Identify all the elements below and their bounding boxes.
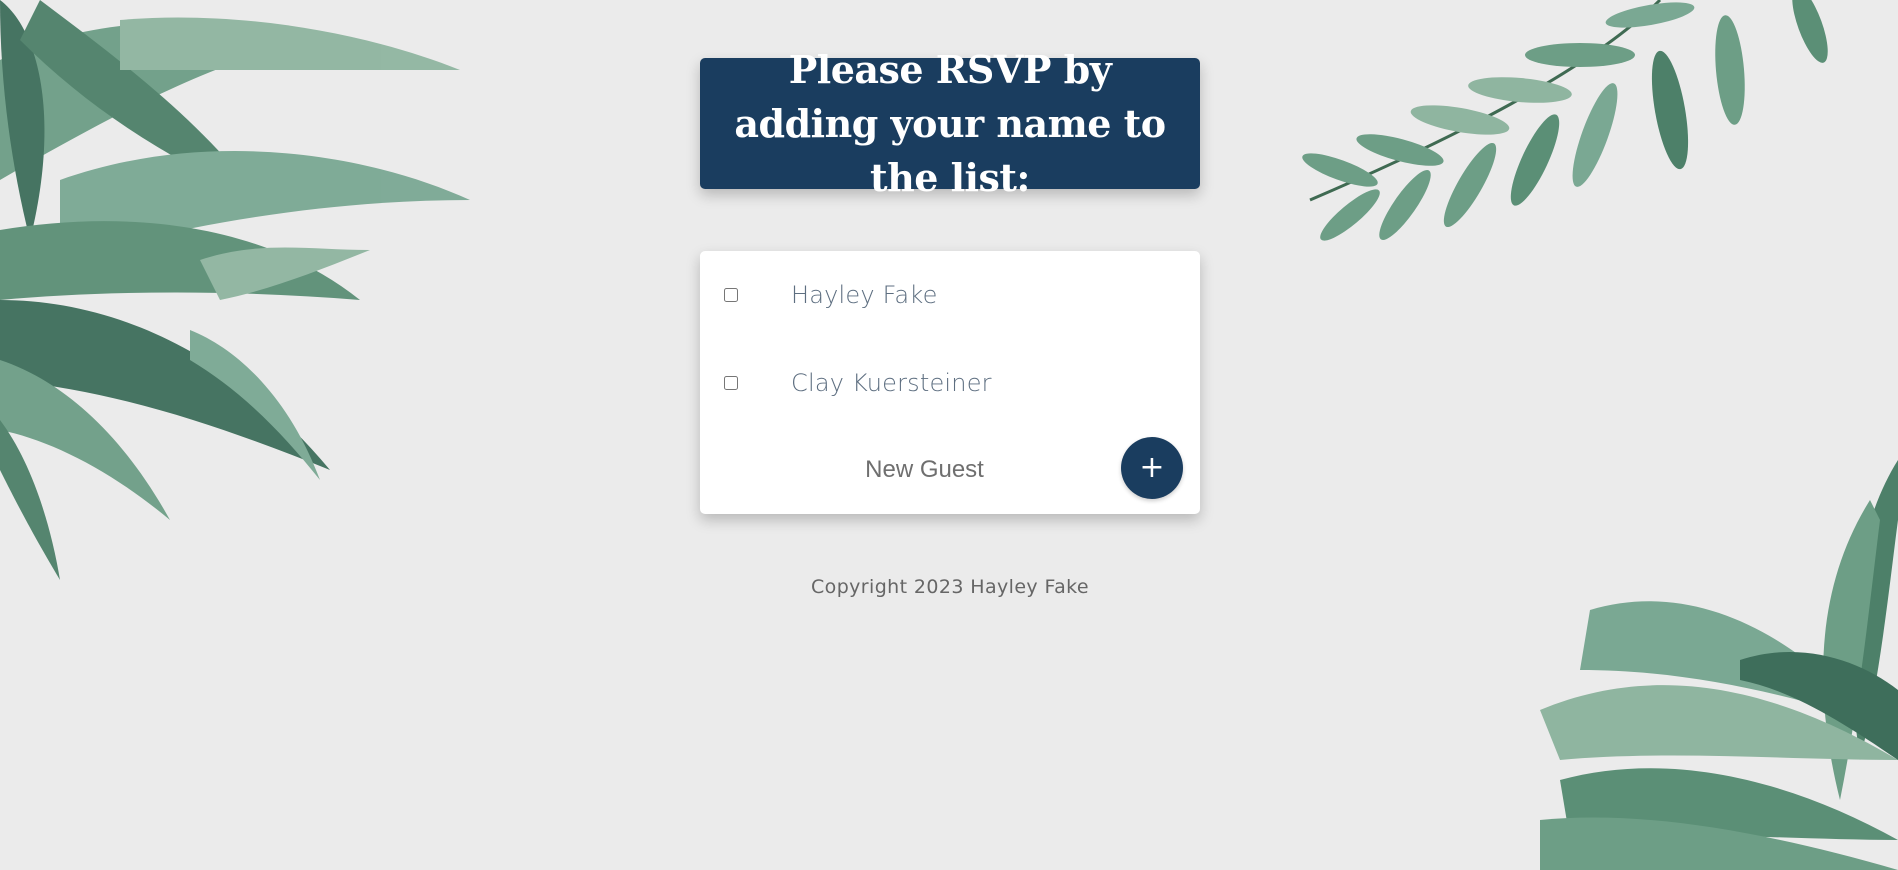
- rsvp-heading-banner: Please RSVP by adding your name to the l…: [700, 47, 1200, 200]
- add-guest-button[interactable]: +: [1121, 437, 1183, 499]
- fern-branch-icon: [1302, 0, 1828, 241]
- new-guest-form: +: [700, 437, 1200, 501]
- guest-name: Clay Kuersteiner: [791, 369, 992, 397]
- guest-name: Hayley Fake: [791, 281, 938, 309]
- guest-list-card: Hayley Fake Clay Kuersteiner +: [700, 251, 1200, 514]
- guest-checkbox[interactable]: [724, 376, 738, 390]
- page-title: Please RSVP by adding your name to the l…: [734, 46, 1166, 200]
- guest-checkbox[interactable]: [724, 288, 738, 302]
- tropical-leaves-icon: [1540, 460, 1898, 870]
- copyright-footer: Copyright 2023 Hayley Fake: [811, 576, 1089, 598]
- list-item: Clay Kuersteiner: [700, 353, 1200, 413]
- new-guest-input[interactable]: [800, 449, 1049, 491]
- rsvp-page: Please RSVP by adding your name to the l…: [0, 0, 1898, 870]
- list-item: Hayley Fake: [700, 265, 1200, 325]
- tropical-leaves-icon: [0, 0, 470, 580]
